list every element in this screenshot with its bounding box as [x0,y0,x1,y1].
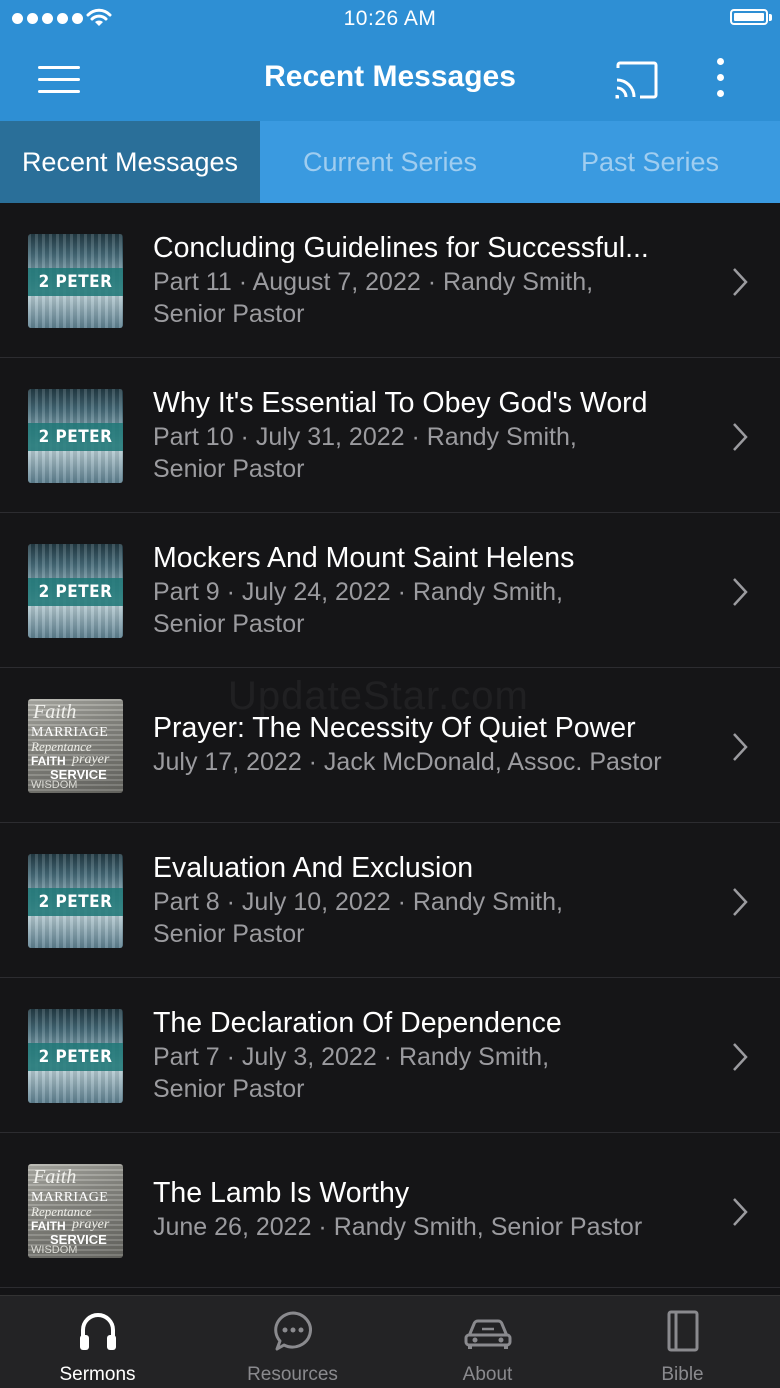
status-time: 10:26 AM [343,7,437,30]
message-meta: Part 10 · July 31, 2022 · Randy Smith, [153,423,577,451]
message-meta: Part 11 · August 7, 2022 · Randy Smith, [153,268,594,296]
series-artwork-2-peter: 2 PETER [28,854,123,948]
battery-icon [730,9,772,27]
message-title: Why It's Essential To Obey God's Word [153,387,648,419]
message-speaker-role: Senior Pastor [153,1075,305,1103]
car-icon [464,1319,511,1349]
series-artwork-faith: Faith MARRIAGE Repentance FAITH prayer S… [28,699,123,793]
message-meta: Part 8 · July 10, 2022 · Randy Smith, [153,888,563,916]
tab-sermons[interactable]: Sermons [0,1296,195,1388]
headphones-icon [79,1313,116,1350]
chevron-right-icon [733,268,748,296]
book-icon [667,1310,698,1352]
segment-tabs: Recent Messages Current Series Past Seri… [0,121,780,203]
status-bar: 10:26 AM [0,0,780,40]
cast-icon[interactable] [614,60,660,100]
message-speaker-role: Senior Pastor [153,920,305,948]
list-item[interactable]: 2 PETER Concluding Guidelines for Succes… [0,203,780,358]
message-meta: Part 7 · July 3, 2022 · Randy Smith, [153,1043,550,1071]
message-speaker-role: Senior Pastor [153,455,305,483]
message-list: 2 PETER Concluding Guidelines for Succes… [0,203,780,1288]
message-meta: July 17, 2022 · Jack McDonald, Assoc. Pa… [153,748,662,776]
watermark: UpdateStar.com [228,674,529,718]
series-artwork-2-peter: 2 PETER [28,234,123,328]
series-artwork-faith: Faith MARRIAGE Repentance FAITH prayer S… [28,1164,123,1258]
page-title: Recent Messages [264,60,516,93]
tab-past-series[interactable]: Past Series [520,121,780,203]
chat-bubble-icon [273,1311,312,1351]
series-artwork-2-peter: 2 PETER [28,544,123,638]
message-title: The Declaration Of Dependence [153,1007,562,1039]
bottom-tab-bar: Sermons Resources About Bible [0,1295,780,1388]
list-item[interactable]: 2 PETER Why It's Essential To Obey God's… [0,358,780,513]
message-meta: June 26, 2022 · Randy Smith, Senior Past… [153,1213,643,1241]
tab-about[interactable]: About [390,1296,585,1388]
chevron-right-icon [733,578,748,606]
navigation-bar: Recent Messages [0,40,780,121]
series-artwork-2-peter: 2 PETER [28,389,123,483]
series-artwork-2-peter: 2 PETER [28,1009,123,1103]
list-item[interactable]: Faith MARRIAGE Repentance FAITH prayer S… [0,1133,780,1288]
list-item[interactable]: 2 PETER The Declaration Of Dependence Pa… [0,978,780,1133]
more-options-icon[interactable] [712,58,728,102]
tab-resources[interactable]: Resources [195,1296,390,1388]
tab-bible[interactable]: Bible [585,1296,780,1388]
message-meta: Part 9 · July 24, 2022 · Randy Smith, [153,578,563,606]
message-title: Mockers And Mount Saint Helens [153,542,575,574]
tab-recent-messages[interactable]: Recent Messages [0,121,260,203]
tab-current-series[interactable]: Current Series [260,121,520,203]
message-title: Concluding Guidelines for Successful... [153,232,649,264]
chevron-right-icon [733,888,748,916]
list-item[interactable]: 2 PETER Evaluation And Exclusion Part 8 … [0,823,780,978]
message-title: Evaluation And Exclusion [153,852,474,884]
chevron-right-icon [733,1043,748,1071]
list-item[interactable]: 2 PETER Mockers And Mount Saint Helens P… [0,513,780,668]
message-speaker-role: Senior Pastor [153,610,305,638]
chevron-right-icon [733,423,748,451]
message-title: The Lamb Is Worthy [153,1177,410,1209]
message-speaker-role: Senior Pastor [153,300,305,328]
chevron-right-icon [733,1198,748,1226]
chevron-right-icon [733,733,748,761]
